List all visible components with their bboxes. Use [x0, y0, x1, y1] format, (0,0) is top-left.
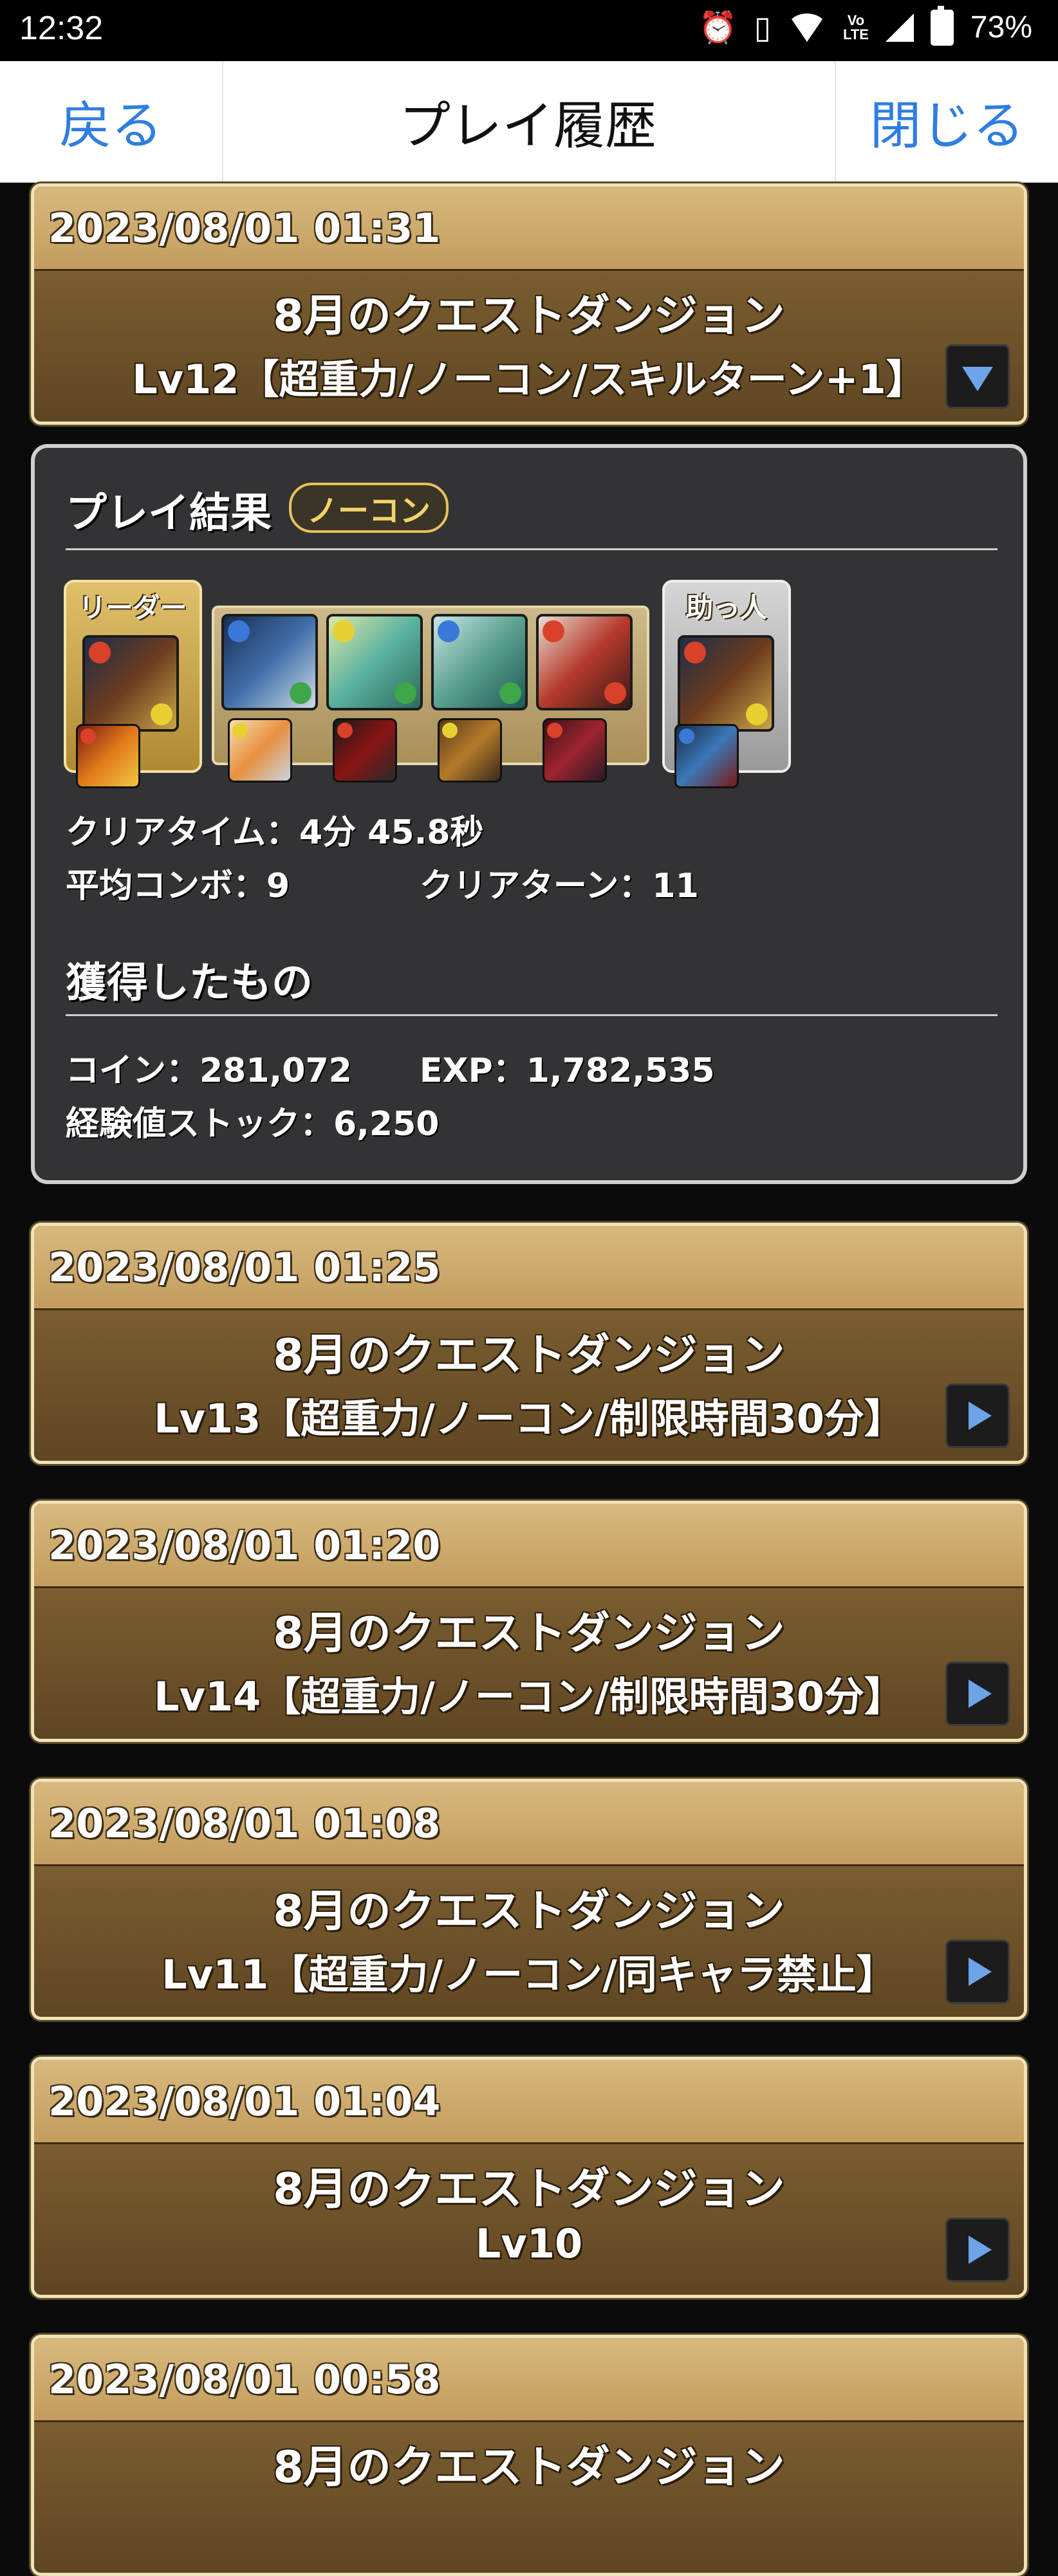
- play-triangle-icon: [969, 1680, 992, 1708]
- entry-date: 2023/08/01 01:08: [34, 1782, 1024, 1864]
- dungeon-name: 8月のクエストダンジョン: [273, 1608, 785, 1659]
- exp-stock: 経験値ストック：6,250: [66, 1105, 440, 1144]
- back-button[interactable]: 戻る: [0, 61, 223, 181]
- sub-assist-1-icon[interactable]: [228, 718, 292, 783]
- history-entry[interactable]: 2023/08/01 01:04 8月のクエストダンジョン Lv10: [31, 2057, 1027, 2298]
- triangle-down-icon: [962, 367, 993, 391]
- volte-icon: Vo LTE: [843, 12, 869, 42]
- expand-button[interactable]: [945, 1940, 1010, 2004]
- fire-attribute-icon: [547, 723, 562, 738]
- light-attribute-icon: [232, 723, 248, 738]
- alarm-icon: ⏰: [698, 11, 738, 45]
- gained-title: 獲得したもの: [66, 959, 313, 1007]
- status-icons: ⏰ ▯ Vo LTE 73%: [698, 5, 1032, 46]
- fire-attribute-icon: [604, 682, 626, 704]
- light-attribute-icon: [442, 723, 458, 738]
- play-triangle-icon: [969, 1402, 992, 1430]
- status-time: 12:32: [19, 10, 104, 47]
- close-button[interactable]: 閉じる: [835, 61, 1058, 181]
- wood-attribute-icon: [499, 682, 521, 704]
- divider: [66, 548, 998, 550]
- entry-body: 8月のクエストダンジョン: [34, 2420, 1024, 2573]
- entry-body: 8月のクエストダンジョン Lv14【超重力/ノーコン/制限時間30分】: [34, 1586, 1024, 1739]
- dungeon-level: Lv14【超重力/ノーコン/制限時間30分】: [154, 1673, 904, 1720]
- light-attribute-icon: [151, 703, 172, 725]
- entry-date: 2023/08/01 00:58: [34, 2338, 1024, 2420]
- helper-assist-icon[interactable]: [674, 724, 739, 788]
- status-bar: 12:32 ⏰ ▯ Vo LTE 73%: [0, 0, 1058, 61]
- expand-button[interactable]: [945, 2218, 1010, 2282]
- dungeon-name: 8月のクエストダンジョン: [273, 1886, 785, 1937]
- entry-date: 2023/08/01 01:20: [34, 1504, 1024, 1586]
- water-attribute-icon: [438, 620, 459, 642]
- water-attribute-icon: [228, 620, 250, 642]
- fire-attribute-icon: [684, 642, 706, 663]
- battery-icon: [930, 5, 954, 46]
- sub-monster-3-icon[interactable]: [431, 614, 528, 710]
- leader-slot: リーダー: [64, 580, 202, 788]
- clear-time: クリアタイム：4分 45.8秒: [66, 813, 484, 852]
- play-triangle-icon: [969, 1958, 992, 1986]
- history-entry[interactable]: 2023/08/01 01:25 8月のクエストダンジョン Lv13【超重力/ノ…: [31, 1223, 1027, 1464]
- wood-attribute-icon: [290, 682, 311, 704]
- divider: [66, 1014, 998, 1016]
- fire-attribute-icon: [337, 723, 353, 738]
- entry-date: 2023/08/01 01:31: [34, 187, 1024, 269]
- helper-slot: 助っ人: [662, 580, 791, 788]
- entry-body: 8月のクエストダンジョン Lv12【超重力/ノーコン/スキルターン+1】: [34, 269, 1024, 422]
- battery-percent: 73%: [970, 10, 1032, 44]
- fire-attribute-icon: [543, 620, 564, 642]
- expand-button[interactable]: [945, 1384, 1010, 1448]
- sub-assist-4-icon[interactable]: [543, 718, 607, 783]
- dungeon-level: Lv10: [475, 2220, 583, 2267]
- entry-body: 8月のクエストダンジョン Lv13【超重力/ノーコン/制限時間30分】: [34, 1308, 1024, 1461]
- sub-monster-1-icon[interactable]: [221, 614, 318, 710]
- history-entry-expanded[interactable]: 2023/08/01 01:31 8月のクエストダンジョン Lv12【超重力/ノ…: [31, 183, 1027, 425]
- fire-attribute-icon: [80, 728, 96, 744]
- wood-attribute-icon: [394, 682, 416, 704]
- entry-date: 2023/08/01 01:04: [34, 2060, 1024, 2142]
- nav-bar: 戻る プレイ履歴 閉じる: [0, 61, 1058, 183]
- expand-button[interactable]: [945, 1662, 1010, 1726]
- result-title: プレイ結果: [66, 490, 272, 537]
- entry-date: 2023/08/01 01:25: [34, 1226, 1024, 1308]
- clear-turn: クリアターン：11: [420, 867, 699, 905]
- collapse-button[interactable]: [945, 344, 1010, 409]
- dungeon-name: 8月のクエストダンジョン: [273, 2164, 785, 2215]
- play-triangle-icon: [969, 2236, 992, 2264]
- history-entry[interactable]: 2023/08/01 01:20 8月のクエストダンジョン Lv14【超重力/ノ…: [31, 1501, 1027, 1742]
- signal-icon: [885, 13, 914, 42]
- page-title: プレイ履歴: [399, 95, 656, 156]
- dungeon-name: 8月のクエストダンジョン: [273, 291, 785, 342]
- dungeon-level: Lv11【超重力/ノーコン/同キャラ禁止】: [162, 1951, 896, 1998]
- light-attribute-icon: [746, 703, 768, 725]
- no-continue-badge: ノーコン: [289, 483, 449, 533]
- entry-body: 8月のクエストダンジョン Lv11【超重力/ノーコン/同キャラ禁止】: [34, 1864, 1024, 2017]
- dungeon-name: 8月のクエストダンジョン: [273, 1330, 785, 1381]
- wifi-icon: [788, 13, 826, 42]
- dungeon-level: Lv12【超重力/ノーコン/スキルターン+1】: [132, 356, 926, 403]
- leader-assist-icon[interactable]: [76, 724, 140, 788]
- history-entry[interactable]: 2023/08/01 00:58 8月のクエストダンジョン: [31, 2335, 1027, 2576]
- dungeon-name: 8月のクエストダンジョン: [273, 2442, 785, 2493]
- history-entry[interactable]: 2023/08/01 01:08 8月のクエストダンジョン Lv11【超重力/ノ…: [31, 1779, 1027, 2020]
- helper-label: 助っ人: [685, 592, 767, 624]
- fire-attribute-icon: [89, 642, 111, 663]
- exp-amount: EXP：1,782,535: [420, 1052, 715, 1090]
- average-combo: 平均コンボ：9: [66, 867, 290, 905]
- leader-label: リーダー: [79, 592, 187, 624]
- leader-monster-icon[interactable]: [82, 635, 179, 732]
- water-attribute-icon: [679, 728, 694, 744]
- dungeon-level: Lv13【超重力/ノーコン/制限時間30分】: [154, 1395, 904, 1442]
- coin-amount: コイン：281,072: [66, 1052, 352, 1090]
- sub-assist-3-icon[interactable]: [438, 718, 502, 783]
- helper-monster-icon[interactable]: [678, 635, 774, 732]
- sub-monster-4-icon[interactable]: [536, 614, 633, 710]
- vibrate-icon: ▯: [754, 10, 771, 45]
- light-attribute-icon: [333, 620, 355, 642]
- entry-body: 8月のクエストダンジョン Lv10: [34, 2142, 1024, 2295]
- sub-assist-2-icon[interactable]: [333, 718, 397, 783]
- play-result-panel: プレイ結果 ノーコン リーダー 助っ人 クリアタイム：4分 45.8秒 平均コン…: [31, 444, 1027, 1184]
- sub-monster-2-icon[interactable]: [326, 614, 423, 710]
